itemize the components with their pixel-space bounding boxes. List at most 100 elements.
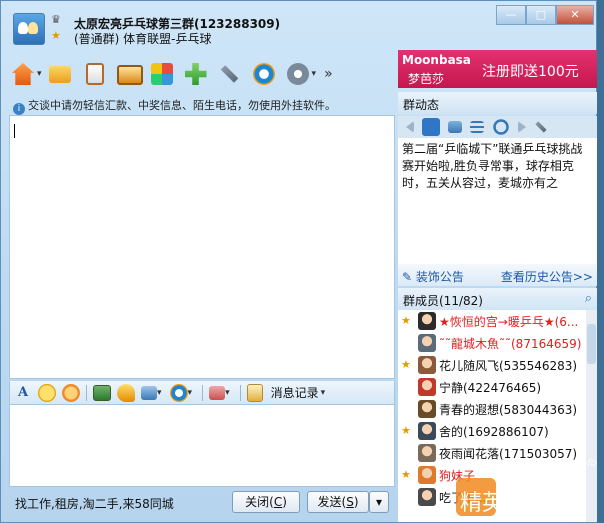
toolbar: ▾ ▾ » [9, 57, 333, 91]
window-controls: — □ ✕ [496, 5, 594, 25]
message-history[interactable] [9, 115, 395, 379]
group-dynamics-title: 群动态 [403, 98, 440, 112]
close-button-key: C [273, 495, 283, 509]
document-icon[interactable] [80, 60, 108, 88]
separator [239, 384, 241, 401]
group-avatar[interactable] [13, 13, 45, 45]
info-icon: i [13, 103, 25, 115]
window-subtitle[interactable]: (普通群) 体育联盟-乒乓球 [74, 30, 212, 47]
member-row[interactable]: ★ 舍的(1692886107) [398, 420, 586, 442]
send-options-button[interactable]: ▾ [369, 491, 389, 513]
member-avatar[interactable] [418, 422, 436, 440]
chevron-down-icon[interactable]: ▾ [157, 388, 162, 398]
member-avatar[interactable] [418, 356, 436, 374]
member-avatar[interactable] [418, 378, 436, 396]
member-avatar[interactable] [418, 444, 436, 462]
watermark-url: cnpingpang.info [516, 458, 597, 469]
ad-banner[interactable]: Moonbasa 梦芭莎 注册即送100元 [398, 50, 597, 88]
message-record-button[interactable]: 消息记录 [271, 384, 319, 401]
shake-icon[interactable] [209, 385, 226, 400]
decorate-notice-link[interactable]: ✎ 装饰公告 [402, 268, 464, 285]
message-input[interactable] [9, 405, 395, 487]
watermark-logo: 精英乒乓网 [456, 478, 570, 516]
member-avatar[interactable] [418, 488, 436, 506]
group-dynamics-tabs [398, 116, 597, 138]
apps-icon[interactable] [284, 60, 312, 88]
member-avatar[interactable] [418, 400, 436, 418]
security-notice: i 交谈中请勿轻信汇款、中奖信息、陌生电话，勿使用外挂软件。 [13, 97, 393, 115]
close-button[interactable]: 关闭(C) [232, 491, 300, 513]
list-tab-icon[interactable] [470, 121, 484, 133]
font-icon[interactable]: A [14, 384, 32, 402]
photo-tab-icon[interactable] [448, 121, 462, 133]
folder-icon[interactable] [46, 60, 74, 88]
announcement-footer: ✎ 装饰公告 查看历史公告>> [398, 264, 597, 286]
maximize-button[interactable]: □ [526, 5, 556, 25]
group-dynamics-content: 第二届“乒临城下”联通乒乓球挑战赛开始啦,胜负寻常事，球存相克时，五关从容过，麦… [398, 138, 597, 264]
history-notice-link[interactable]: 查看历史公告>> [501, 268, 593, 285]
members-count: 群成员(11/82) [403, 294, 483, 308]
history-icon[interactable] [246, 383, 263, 402]
search-icon[interactable]: ⌕ [585, 291, 592, 306]
image-icon[interactable] [93, 384, 111, 401]
add-icon[interactable] [182, 60, 210, 88]
more-icon[interactable]: » [324, 66, 333, 82]
share-tab-icon[interactable] [492, 118, 510, 136]
close-button-label: 关闭 [245, 495, 270, 509]
notice-text: 交谈中请勿轻信汇款、中奖信息、陌生电话，勿使用外挂软件。 [28, 99, 336, 112]
chevron-down-icon[interactable]: ▾ [312, 69, 317, 79]
home-icon[interactable] [9, 60, 37, 88]
tools-icon[interactable] [216, 60, 244, 88]
star-icon: ★ [51, 29, 61, 42]
close-window-button[interactable]: ✕ [556, 5, 594, 25]
member-avatar[interactable] [418, 312, 436, 330]
admin-star-icon: ★ [401, 358, 411, 371]
member-row[interactable]: ★ ★恢恒的宫→暖乒乓★(6... [398, 310, 586, 332]
member-row[interactable]: 宁静(422476465) [398, 376, 586, 398]
prev-arrow-icon[interactable] [406, 121, 414, 133]
separator [86, 384, 87, 401]
member-avatar[interactable] [418, 334, 436, 352]
next-arrow-icon[interactable] [518, 121, 526, 133]
minimize-button[interactable]: — [496, 5, 526, 25]
text-caret [14, 124, 15, 138]
chevron-down-icon[interactable]: ▾ [225, 388, 230, 398]
send-button-label: 发送 [317, 495, 342, 509]
soso-icon[interactable] [250, 60, 278, 88]
member-name: 舍的(1692886107) [439, 425, 549, 439]
notice-tab-icon[interactable] [422, 118, 440, 136]
scrollbar-thumb[interactable] [587, 324, 596, 364]
send-button[interactable]: 发送(S) [307, 491, 369, 513]
music-icon[interactable] [117, 383, 135, 402]
format-toolbar: A ▾ ▾ ▾ 消息记录 ▾ [9, 381, 395, 405]
chevron-down-icon[interactable]: ▾ [321, 388, 326, 398]
ad-offer: 注册即送100元 [482, 64, 579, 80]
member-row[interactable]: 青春的遐想(583044363) [398, 398, 586, 420]
screenshot-icon[interactable] [141, 385, 157, 400]
member-row[interactable]: ★ 花儿随风飞(535546283) [398, 354, 586, 376]
announcement-text: 第二届“乒临城下”联通乒乓球挑战赛开始啦,胜负寻常事，球存相克时，五关从容过，麦… [402, 142, 583, 190]
member-row[interactable]: ˜˜龍城木魚˜˜(87164659) [398, 332, 586, 354]
emoji-icon[interactable] [38, 383, 56, 402]
chevron-down-icon[interactable]: ▾ [188, 388, 193, 398]
member-name: ˜˜龍城木魚˜˜(87164659) [439, 337, 582, 351]
soso-small-icon[interactable] [169, 383, 188, 402]
chevron-down-icon[interactable]: ▾ [37, 69, 42, 79]
admin-star-icon: ★ [401, 424, 411, 437]
settings-icon[interactable] [535, 121, 547, 133]
member-avatar[interactable] [418, 466, 436, 484]
group-dynamics-header: 群动态 [398, 92, 597, 114]
separator [202, 384, 204, 401]
admin-star-icon: ★ [401, 468, 411, 481]
chat-window: ♛ ★ 太原宏亮乒乓球第三群(123288309) (普通群) 体育联盟-乒乓球… [0, 0, 597, 523]
crown-icon: ♛ [51, 13, 61, 26]
magic-emoji-icon[interactable] [62, 383, 80, 402]
game-icon[interactable] [148, 60, 176, 88]
member-name: 花儿随风飞(535546283) [439, 359, 578, 373]
decorate-notice-label: 装饰公告 [415, 270, 464, 284]
member-name: ★恢恒的宫→暖乒乓★(6... [439, 315, 579, 329]
watermark-text: 精英乒乓网 [460, 491, 570, 516]
bottom-ad-link[interactable]: 找工作,租房,淘二手,来58同城 [15, 495, 174, 512]
screen-icon[interactable] [114, 60, 143, 88]
title-bar: ♛ ★ 太原宏亮乒乓球第三群(123288309) (普通群) 体育联盟-乒乓球… [1, 1, 598, 49]
